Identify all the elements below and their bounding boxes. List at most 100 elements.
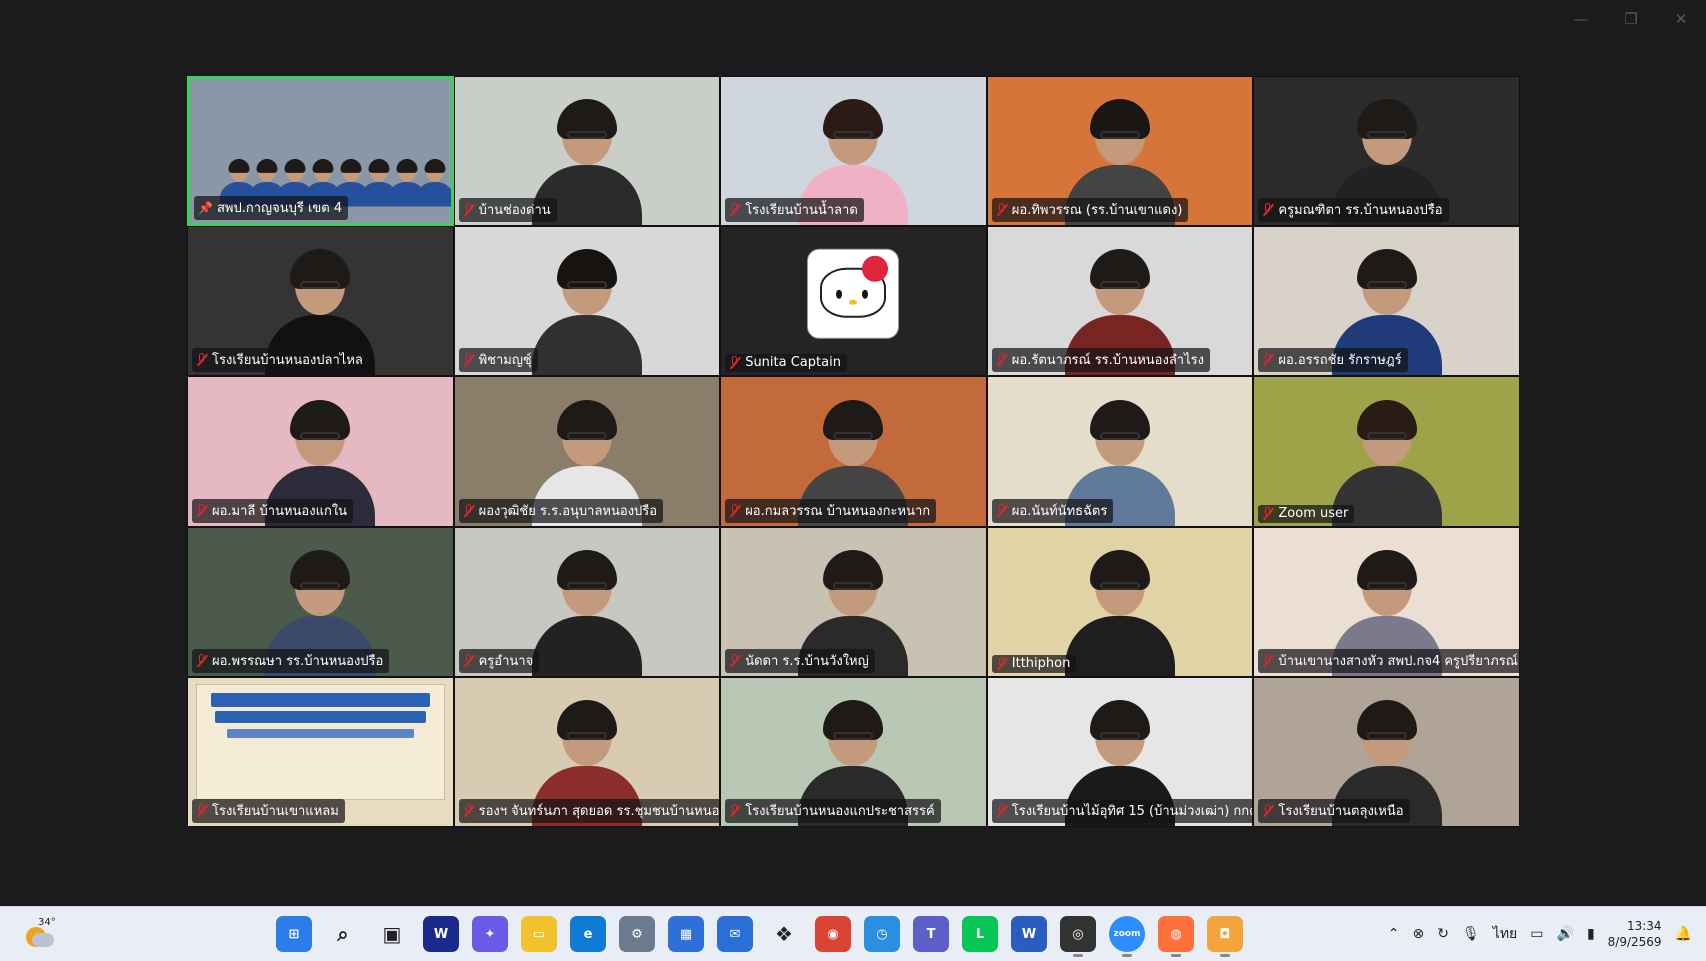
video-tile[interactable]: บ้านช่องด่าน [453, 76, 721, 227]
firefox-app[interactable]: ◍ [1158, 916, 1194, 957]
video-tile[interactable]: Zoom user [1253, 376, 1520, 527]
file-explorer-app[interactable]: ▭ [521, 916, 557, 952]
participant-name-label: 📌 สพป.กาญจนบุรี เขต 4 [194, 196, 349, 221]
video-tile[interactable]: ผอ.นันท์นัทธฉัตร [986, 376, 1254, 527]
video-tile[interactable]: Itthiphon [986, 526, 1254, 677]
edge-app[interactable]: e [570, 916, 606, 952]
video-tile[interactable]: โรงเรียนบ้านเขาแหลม [187, 676, 454, 827]
sync-icon[interactable]: ↻ [1437, 926, 1449, 942]
search-button[interactable]: ⌕ [325, 916, 361, 952]
video-tile[interactable]: โรงเรียนบ้านหนองปลาไหล [187, 226, 454, 377]
widgets-icon: W [433, 926, 449, 942]
word-app[interactable]: W [1011, 916, 1047, 952]
task-view-button[interactable]: ▣ [374, 916, 410, 952]
participant-name: โรงเรียนบ้านเขาแหลม [212, 803, 339, 819]
participant-name-label: พิชามญชุ์ [458, 348, 538, 373]
zoom-app[interactable]: zoom [1109, 916, 1145, 957]
settings-icon: ⚙ [631, 926, 643, 942]
settings-app[interactable]: ⚙ [619, 916, 655, 952]
video-tile[interactable]: ผอ.พรรณษา รร.บ้านหนองปรือ [187, 526, 454, 677]
video-tile[interactable]: ครูมณฑิตา รร.บ้านหนองปรือ [1253, 76, 1520, 227]
mic-muted-icon [1262, 653, 1274, 667]
participant-name-label: นัดดา ร.ร.บ้านวังใหญ่ [725, 648, 875, 673]
snip-app[interactable]: ◘ [1207, 916, 1243, 957]
participant-name-label: ครูอำนาจ [458, 648, 540, 673]
participant-name-label: บ้านเขานางสางหัว สพป.กจ4 ครูปรียาภรณ์ [1258, 648, 1519, 673]
dropbox-app[interactable]: ❖ [766, 916, 802, 952]
participant-name-label: บ้านช่องด่าน [458, 198, 557, 223]
close-button[interactable]: ✕ [1670, 10, 1692, 28]
video-tile[interactable]: โรงเรียนบ้านตลุงเหนือ [1253, 676, 1520, 827]
widgets-app[interactable]: W [423, 916, 459, 952]
participant-name-label: ผอ.อรรถชัย รักราษฎร์ [1258, 348, 1408, 373]
participant-name: Zoom user [1278, 505, 1349, 521]
clock-time: 13:34 [1626, 919, 1662, 933]
word-icon: W [1021, 926, 1037, 942]
battery-icon[interactable]: ▮ [1587, 926, 1595, 942]
chrome-app[interactable]: ◉ [815, 916, 851, 952]
participant-name: โรงเรียนบ้านไม้อุทิศ 15 (บ้านม่วงเฒ่า) ก… [1011, 803, 1254, 819]
clock-app[interactable]: ◷ [864, 916, 900, 952]
mic-muted-icon [729, 803, 741, 817]
language-indicator[interactable]: ไทย [1493, 923, 1517, 945]
video-tile[interactable]: 📌 สพป.กาญจนบุรี เขต 4 [187, 76, 454, 227]
start-button[interactable]: ⊞ [276, 916, 312, 952]
store-app[interactable]: ▦ [668, 916, 704, 952]
participant-name: โรงเรียนบ้านหนองปลาไหล [212, 353, 363, 369]
obs-app[interactable]: ◎ [1060, 916, 1096, 957]
network-status-icon[interactable]: ⊗ [1413, 926, 1425, 942]
mic-muted-icon [1262, 353, 1274, 366]
video-tile[interactable]: ผองวุฒิชัย ร.ร.อนุบาลหนองปรือ [453, 376, 721, 527]
window-controls: — ❐ ✕ [1570, 10, 1692, 28]
participant-name: โรงเรียนบ้านน้ำลาด [745, 203, 858, 219]
video-tile[interactable]: โรงเรียนบ้านน้ำลาด [720, 76, 987, 227]
notification-bell-icon[interactable]: 🔔 [1675, 926, 1692, 942]
participant-name-label: โรงเรียนบ้านตลุงเหนือ [1258, 798, 1410, 823]
mic-muted-icon [196, 503, 208, 517]
mic-muted-icon [729, 653, 741, 667]
participant-name-label: โรงเรียนบ้านหนองแกประชาสรรค์ [725, 798, 941, 823]
restore-button[interactable]: ❐ [1620, 10, 1642, 28]
video-tile[interactable]: รองฯ จันทร์นภา สุดยอด รร.ชุมชนบ้านหนองปร… [453, 676, 721, 827]
video-tile[interactable]: ผอ.อรรถชัย รักราษฎร์ [1253, 226, 1520, 377]
display-icon[interactable]: ▭ [1530, 926, 1543, 942]
video-tile[interactable]: บ้านเขานางสางหัว สพป.กจ4 ครูปรียาภรณ์ [1253, 526, 1520, 677]
snip-icon: ◘ [1219, 926, 1231, 942]
participant-video [1060, 546, 1180, 676]
copilot-app[interactable]: ✦ [472, 916, 508, 952]
line-app[interactable]: L [962, 916, 998, 952]
participant-name-label: Zoom user [1258, 504, 1355, 523]
video-tile[interactable]: โรงเรียนบ้านไม้อุทิศ 15 (บ้านม่วงเฒ่า) ก… [986, 676, 1254, 827]
video-tile[interactable]: ผอ.รัตนาภรณ์ รร.บ้านหนองลำไรง [986, 226, 1254, 377]
participant-name-label: โรงเรียนบ้านไม้อุทิศ 15 (บ้านม่วงเฒ่า) ก… [991, 798, 1254, 823]
video-tile[interactable]: ผอ.กมลวรรณ บ้านหนองกะหนาก [720, 376, 987, 527]
weather-widget[interactable]: 34° [24, 917, 58, 949]
video-tile[interactable]: ผอ.ทิพวรรณ (รร.บ้านเขาแดง) [986, 76, 1254, 227]
weather-temp: 34° [38, 917, 56, 928]
microphone-icon[interactable]: 🎙 [1462, 926, 1480, 942]
minimize-button[interactable]: — [1570, 10, 1592, 28]
participant-name: รองฯ จันทร์นภา สุดยอด รร.ชุมชนบ้านหนองปร… [478, 803, 720, 819]
mic-muted-icon [1262, 203, 1274, 216]
mic-muted-icon [996, 656, 1008, 670]
participant-name: ผอ.กมลวรรณ บ้านหนองกะหนาก [745, 503, 931, 519]
cloud-shape [32, 933, 54, 947]
video-tile[interactable]: โรงเรียนบ้านหนองแกประชาสรรค์ [720, 676, 987, 827]
video-tile[interactable]: ผอ.มาลี บ้านหนองแกใน [187, 376, 454, 527]
participant-name-label: รองฯ จันทร์นภา สุดยอด รร.ชุมชนบ้านหนองปร… [458, 798, 720, 823]
mic-muted-icon [463, 803, 475, 817]
volume-icon[interactable]: 🔊 [1557, 926, 1574, 942]
video-tile[interactable]: Sunita Captain [720, 226, 987, 377]
clock[interactable]: 13:34 8/9/2569 [1608, 918, 1662, 950]
video-tile[interactable]: นัดดา ร.ร.บ้านวังใหญ่ [720, 526, 987, 677]
mic-muted-icon [996, 203, 1008, 216]
participant-name-label: Sunita Captain [725, 354, 847, 373]
outlook-app[interactable]: ✉ [717, 916, 753, 952]
chevron-up-icon[interactable]: ⌃ [1388, 926, 1400, 942]
video-tile[interactable]: พิชามญชุ์ [453, 226, 721, 377]
mic-muted-icon [996, 503, 1008, 517]
video-tile[interactable]: ครูอำนาจ [453, 526, 721, 677]
teams-app[interactable]: T [913, 916, 949, 952]
mic-muted-icon [729, 203, 741, 216]
clock-icon: ◷ [876, 926, 888, 942]
